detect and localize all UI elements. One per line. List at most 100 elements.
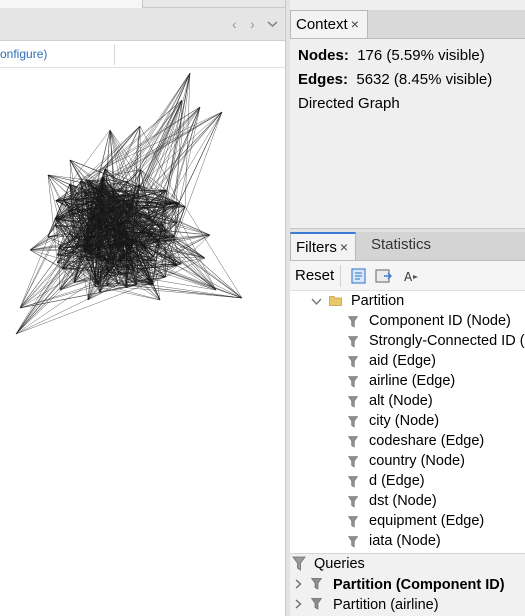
graph-edge: [175, 111, 223, 240]
filter-item[interactable]: d (Edge): [290, 472, 525, 492]
graph-type: Directed Graph: [298, 95, 400, 112]
tab-filters-label: Filters: [296, 239, 337, 256]
graph-edge: [95, 276, 243, 299]
export-filter-icon[interactable]: [374, 266, 394, 286]
tab-context-label: Context: [296, 16, 348, 33]
scroll-left-icon[interactable]: ‹: [232, 16, 237, 32]
funnel-icon: [348, 496, 358, 508]
filter-item[interactable]: iata (Node): [290, 532, 525, 552]
edges-value: 5632 (8.45% visible): [356, 71, 493, 88]
graph-edge: [95, 286, 161, 301]
tree-node-partition[interactable]: Partition: [290, 292, 525, 312]
filter-item-label: dst (Node): [369, 493, 437, 509]
filter-item-label: Component ID (Node): [369, 313, 511, 329]
funnel-icon: [348, 336, 358, 348]
funnel-icon: [311, 598, 322, 610]
query-label: Partition (Component ID): [333, 577, 505, 593]
filter-item[interactable]: country (Node): [290, 452, 525, 472]
funnel-icon: [348, 456, 358, 468]
filter-item-label: alt (Node): [369, 393, 433, 409]
funnel-icon: [348, 316, 358, 328]
tab-statistics[interactable]: Statistics: [366, 232, 456, 260]
filter-item-label: airline (Edge): [369, 373, 456, 389]
chevron-down-icon[interactable]: [311, 297, 322, 307]
funnel-icon: [311, 578, 322, 590]
nodes-label: Nodes:: [298, 47, 349, 64]
document-tab[interactable]: [0, 0, 143, 8]
query-row[interactable]: Partition (Component ID): [290, 574, 525, 594]
folder-icon: [329, 296, 342, 306]
graph-edge: [75, 106, 201, 238]
chevron-right-icon[interactable]: [295, 579, 302, 589]
funnel-icon: [292, 556, 306, 571]
filter-library-tree: Partition Component ID (Node) Strongly-Co…: [290, 291, 525, 553]
graph-edge: [29, 249, 84, 251]
funnel-icon: [348, 536, 358, 548]
filter-item-label: iata (Node): [369, 533, 441, 549]
chevron-right-icon[interactable]: [295, 599, 302, 609]
filter-item-label: d (Edge): [369, 473, 425, 489]
scroll-right-icon[interactable]: ›: [250, 16, 255, 32]
filters-tabbar: Filters × Statistics: [290, 232, 525, 261]
funnel-icon: [348, 436, 358, 448]
queries-label: Queries: [314, 556, 365, 572]
graph-edge: [29, 249, 86, 252]
svg-text:A: A: [404, 270, 413, 284]
context-body: Nodes: 176 (5.59% visible) Edges: 5632 (…: [290, 39, 525, 228]
filter-item-label: aid (Edge): [369, 353, 436, 369]
edges-row: Edges: 5632 (8.45% visible): [298, 71, 492, 88]
filter-item[interactable]: codeshare (Edge): [290, 432, 525, 452]
graph-canvas[interactable]: [0, 68, 285, 616]
filter-item-label: equipment (Edge): [369, 513, 485, 529]
filter-item[interactable]: aid (Edge): [290, 352, 525, 372]
tab-context[interactable]: Context ×: [290, 10, 368, 38]
context-panel: Context × Nodes: 176 (5.59% visible) Edge…: [290, 0, 525, 228]
funnel-icon: [348, 416, 358, 428]
graph-edge: [19, 285, 137, 309]
configure-link[interactable]: onfigure): [0, 47, 47, 61]
filters-panel: Filters × Statistics Reset A Partition C…: [290, 232, 525, 616]
close-icon[interactable]: ×: [340, 239, 348, 255]
tab-filters[interactable]: Filters ×: [290, 232, 356, 260]
queries-section: Queries Partition (Component ID) Partiti…: [290, 553, 525, 616]
graph-edge: [15, 254, 91, 335]
funnel-icon: [348, 396, 358, 408]
queries-header: Queries: [290, 554, 525, 574]
filter-item[interactable]: Strongly-Connected ID (: [290, 332, 525, 352]
graph-edge: [171, 203, 217, 291]
graph-edge: [104, 99, 183, 169]
graph-edge: [165, 111, 223, 231]
context-tabbar: Context ×: [290, 10, 525, 39]
graph-edge: [163, 106, 201, 226]
filter-item-label: country (Node): [369, 453, 465, 469]
toolbar-divider: [114, 44, 115, 65]
graph-edge: [139, 125, 141, 170]
close-icon[interactable]: ×: [351, 16, 359, 32]
graph-panel-header: ‹ ›: [0, 8, 285, 41]
filter-item-label: city (Node): [369, 413, 440, 429]
funnel-icon: [348, 356, 358, 368]
auto-refresh-icon[interactable]: A: [402, 266, 422, 286]
network-graph[interactable]: [0, 68, 285, 616]
filter-item[interactable]: city (Node): [290, 412, 525, 432]
funnel-icon: [348, 516, 358, 528]
select-filter-icon[interactable]: [349, 266, 369, 286]
nodes-row: Nodes: 176 (5.59% visible): [298, 47, 485, 64]
filter-item[interactable]: airline (Edge): [290, 372, 525, 392]
funnel-icon: [348, 476, 358, 488]
filter-item[interactable]: alt (Node): [290, 392, 525, 412]
graph-panel: ‹ › onfigure): [0, 0, 285, 616]
toolbar-divider: [340, 265, 341, 287]
graph-edge: [165, 234, 211, 278]
funnel-icon: [348, 376, 358, 388]
graph-edge: [55, 106, 201, 201]
tab-statistics-label: Statistics: [371, 236, 432, 253]
filter-item[interactable]: Component ID (Node): [290, 312, 525, 332]
tab-menu-icon[interactable]: [267, 16, 278, 35]
filter-item[interactable]: dst (Node): [290, 492, 525, 512]
graph-edge: [19, 286, 96, 309]
query-row[interactable]: Partition (airline): [290, 594, 525, 614]
filter-item[interactable]: equipment (Edge): [290, 512, 525, 532]
graph-edge: [179, 106, 201, 204]
reset-button[interactable]: Reset: [295, 267, 334, 284]
